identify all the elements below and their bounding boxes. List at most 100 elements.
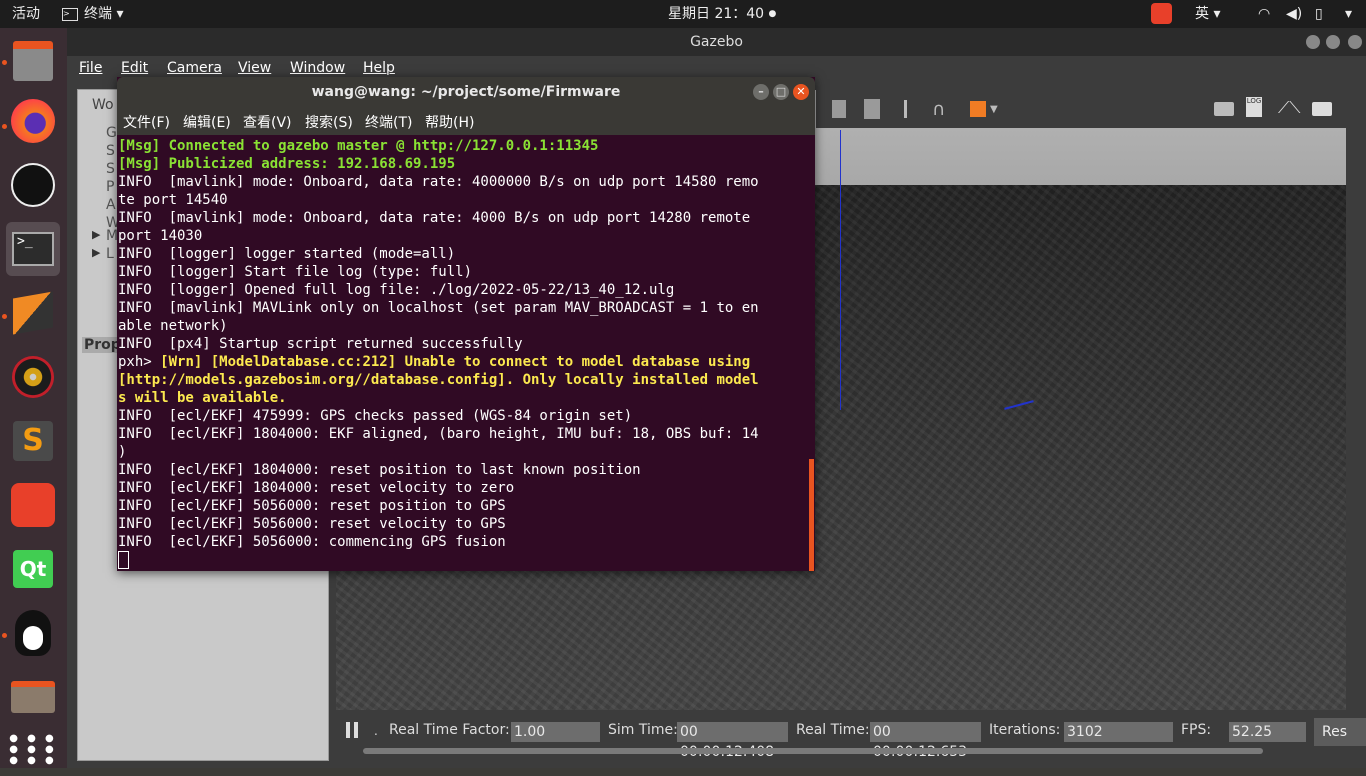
notification-dot-icon: ● [768, 9, 777, 19]
screenshot-icon[interactable] [1214, 102, 1234, 116]
terminal-line: INFO [ecl/EKF] 1804000: EKF aligned, (ba… [118, 426, 759, 442]
xmind-icon[interactable] [6, 478, 60, 532]
volume-icon[interactable]: ◀) [1286, 0, 1302, 28]
log-icon[interactable]: LOG [1246, 97, 1262, 117]
menu-file[interactable]: File [79, 56, 102, 82]
disk-icon[interactable] [6, 350, 60, 404]
sublime-icon[interactable]: S [6, 414, 60, 468]
menu-terminal[interactable]: 终端(T) [365, 107, 412, 139]
terminal-line: [Msg] Publicized address: 192.168.69.195 [118, 156, 456, 172]
terminal-line: INFO [ecl/EKF] 5056000: commencing GPS f… [118, 534, 506, 550]
terminal-line: INFO [mavlink] mode: Onboard, data rate:… [118, 210, 751, 226]
minimize-icon[interactable]: – [753, 84, 769, 100]
chevron-down-icon[interactable]: ▼ [990, 104, 998, 115]
terminal-window: wang@wang: ~/project/some/Firmware – □ ✕… [117, 77, 815, 571]
world-tab[interactable]: Wo [92, 97, 114, 113]
input-method[interactable]: 英 ▾ [1195, 0, 1220, 28]
qq-icon[interactable] [6, 606, 60, 660]
close-icon[interactable] [1348, 35, 1362, 49]
iterations-value: 3102 [1064, 722, 1173, 742]
terminal-icon[interactable]: >_ [6, 222, 60, 276]
menu-file[interactable]: 文件(F) [123, 107, 170, 139]
top-bar: 活动 > 终端 ▾ 星期日 21：40 ● 英 ▾ ◠ ◀) ▯ ▾ [0, 0, 1366, 28]
iterations-label: Iterations: [989, 722, 1061, 738]
menu-help[interactable]: 帮助(H) [425, 107, 474, 139]
warning-text: [Wrn] [ModelDatabase.cc:212] Unable to c… [160, 354, 751, 370]
real-time-value: 00 00:00:12.653 [870, 722, 981, 760]
chevron-down-icon: ▾ [1213, 6, 1221, 22]
prompt-line[interactable] [118, 551, 808, 569]
gazebo-title-bar: Gazebo [67, 28, 1366, 56]
expand-arrow-icon[interactable]: ▶ [92, 246, 100, 259]
terminal-line: [Msg] Connected to gazebo master @ http:… [118, 138, 599, 154]
terminal-line: INFO [ecl/EKF] 1804000: reset position t… [118, 462, 641, 478]
panel-row[interactable]: S [106, 143, 115, 159]
cursor [118, 551, 129, 569]
pause-icon[interactable] [346, 722, 358, 738]
rtf-value: 1.00 [511, 722, 600, 742]
align-icon[interactable] [904, 100, 922, 118]
menu-view[interactable]: 查看(V) [243, 107, 292, 139]
terminal-line: INFO [ecl/EKF] 1804000: reset velocity t… [118, 480, 515, 496]
firefox-icon[interactable] [6, 94, 60, 148]
terminal-line: INFO [logger] Opened full log file: ./lo… [118, 282, 675, 298]
panel-row[interactable]: S [106, 161, 115, 177]
qt-icon[interactable]: Qt [6, 542, 60, 596]
system-menu-chevron-icon[interactable]: ▾ [1345, 0, 1352, 28]
app-menu-label: 终端 [84, 6, 112, 22]
terminal-line: INFO [ecl/EKF] 5056000: reset position t… [118, 498, 506, 514]
fps-value: 52.25 [1229, 722, 1306, 742]
video-icon[interactable] [1312, 102, 1332, 116]
sim-time-value: 00 00:00:12.408 [677, 722, 788, 760]
snap-icon[interactable]: ∩ [932, 99, 945, 120]
terminal-line: INFO [px4] Startup script returned succe… [118, 336, 523, 352]
paste-icon[interactable] [864, 99, 880, 119]
terminal-line: INFO [logger] logger started (mode=all) [118, 246, 456, 262]
terminal-scrollbar[interactable] [809, 459, 814, 571]
input-method-label: 英 [1195, 6, 1209, 22]
gazebo-title: Gazebo [690, 34, 743, 50]
terminal-line: INFO [logger] Start file log (type: full… [118, 264, 473, 280]
z-axis-line [840, 130, 841, 410]
menu-edit[interactable]: 编辑(E) [183, 107, 231, 139]
expand-arrow-icon[interactable]: ▶ [92, 228, 100, 241]
terminal-line: INFO [ecl/EKF] 475999: GPS checks passed… [118, 408, 633, 424]
terminal-line: INFO [mavlink] mode: Onboard, data rate:… [118, 174, 759, 190]
rtf-label: Real Time Factor: [389, 722, 510, 738]
terminal-output[interactable]: [Msg] Connected to gazebo master @ http:… [118, 137, 808, 569]
terminal-line: port 14030 [118, 228, 203, 244]
activities-button[interactable]: 活动 [12, 0, 40, 28]
files-icon[interactable] [6, 34, 60, 88]
battery-icon[interactable]: ▯ [1315, 0, 1323, 28]
panel-row[interactable]: P [106, 179, 114, 195]
terminal-line: INFO [ecl/EKF] 5056000: reset velocity t… [118, 516, 506, 532]
wifi-icon[interactable]: ◠ [1258, 0, 1270, 28]
clock-label: 星期日 21：40 [668, 6, 765, 22]
terminal-line: s will be available. [118, 390, 287, 406]
statusbar-scrollbar[interactable] [363, 748, 1263, 754]
folder-icon[interactable] [6, 670, 60, 724]
maximize-icon[interactable] [1326, 35, 1340, 49]
panel-row[interactable]: L [106, 246, 114, 262]
reset-time-button[interactable]: Res [1314, 718, 1366, 746]
virtualbox-icon[interactable] [6, 286, 60, 340]
shape-cube-icon[interactable] [970, 101, 986, 117]
xmind-tray-icon[interactable] [1151, 3, 1172, 24]
terminal-line: [http://models.gazebosim.org//database.c… [118, 372, 759, 388]
maximize-icon[interactable]: □ [773, 84, 789, 100]
step-icon[interactable]: . [374, 724, 378, 738]
menu-search[interactable]: 搜索(S) [305, 107, 353, 139]
plot-icon[interactable]: ⟋⟍ [1278, 98, 1300, 118]
terminal-line: ) [118, 444, 127, 460]
chevron-down-icon: ▾ [116, 6, 124, 22]
copy-icon[interactable] [832, 100, 846, 118]
panel-row[interactable]: A [106, 197, 116, 213]
clock[interactable]: 星期日 21：40 ● [668, 0, 776, 28]
terminal-small-icon: > [62, 7, 78, 21]
close-icon[interactable]: ✕ [793, 84, 809, 100]
panel-row[interactable]: G [106, 125, 117, 141]
obs-icon[interactable] [6, 158, 60, 212]
minimize-icon[interactable] [1306, 35, 1320, 49]
terminal-line: able network) [118, 318, 228, 334]
app-menu[interactable]: > 终端 ▾ [62, 0, 123, 28]
